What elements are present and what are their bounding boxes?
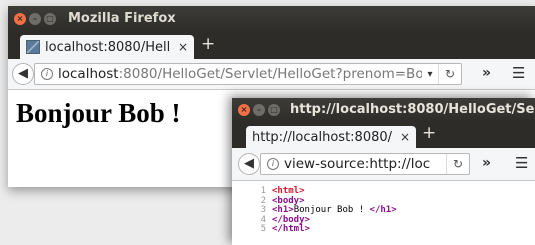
window-controls: × – □ <box>14 13 56 25</box>
source-tag: </h1> <box>369 205 397 216</box>
main-title-bar: × – □ Mozilla Firefox <box>8 6 535 32</box>
tab-close-icon[interactable]: × <box>178 40 188 54</box>
source-tab-close-icon[interactable]: × <box>400 130 410 144</box>
source-back-button-icon[interactable]: ◀ <box>238 153 260 175</box>
back-button-icon[interactable]: ◀ <box>12 63 34 85</box>
url-path: :8080/HelloGet/Servlet/HelloGet?prenom=B… <box>118 66 422 82</box>
close-window-icon[interactable]: × <box>238 104 250 116</box>
source-navigation-toolbar: ◀ i view-source:http://loc ↻ » ☰ <box>232 148 535 181</box>
url-host: localhost <box>58 66 119 82</box>
close-window-icon[interactable]: × <box>14 13 26 25</box>
site-info-icon[interactable]: i <box>41 68 53 80</box>
favicon-icon <box>26 40 40 54</box>
navigation-toolbar: ◀ i localhost:8080/HelloGet/Servlet/Hell… <box>8 59 535 90</box>
source-url-bar[interactable]: i view-source:http://loc ↻ <box>260 153 470 175</box>
hamburger-menu-icon[interactable]: ☰ <box>512 64 525 82</box>
source-line: 5 </html> <box>252 225 397 235</box>
source-hamburger-menu-icon[interactable]: ☰ <box>515 154 528 172</box>
source-site-info-icon[interactable]: i <box>267 158 279 170</box>
url-dropdown-icon[interactable]: ▾ <box>422 69 438 80</box>
source-reload-icon[interactable]: ↻ <box>446 154 469 174</box>
source-tag: </html> <box>272 224 310 235</box>
source-overflow-chevron-icon[interactable]: » <box>482 155 491 171</box>
minimize-window-icon[interactable]: – <box>29 13 41 25</box>
source-code-listing: 1 <html> 2 <body> 3 <h1> Bonjour Bob ! </h1> 4 <… <box>252 186 397 235</box>
maximize-window-icon[interactable]: □ <box>44 13 56 25</box>
tab-label: localhost:8080/Hell <box>45 39 171 55</box>
overflow-chevron-icon[interactable]: » <box>482 65 491 81</box>
source-title-bar: × – □ http://localhost:8080/HelloGet/Ser… <box>232 98 535 122</box>
tab-localhost[interactable]: localhost:8080/Hell × <box>20 35 194 59</box>
source-window-title: http://localhost:8080/HelloGet/Servle <box>290 102 535 117</box>
source-content: 1 <html> 2 <body> 3 <h1> Bonjour Bob ! </h1> 4 <… <box>232 181 535 245</box>
source-tab-strip: http://localhost:8080/ × + <box>232 122 535 148</box>
line-number: 5 <box>260 224 266 235</box>
url-bar[interactable]: i localhost:8080/HelloGet/Servlet/HelloG… <box>34 63 462 85</box>
window-title: Mozilla Firefox <box>68 11 176 26</box>
page-heading: Bonjour Bob ! <box>16 98 181 128</box>
source-window-controls: × – □ <box>238 104 280 116</box>
minimize-window-icon[interactable]: – <box>253 104 265 116</box>
new-tab-button[interactable]: + <box>201 34 215 54</box>
source-url-text[interactable]: view-source:http://loc <box>284 156 446 172</box>
tab-view-source[interactable]: http://localhost:8080/ × <box>246 126 416 148</box>
url-text[interactable]: localhost:8080/HelloGet/Servlet/HelloGet… <box>58 66 422 82</box>
source-tab-label: http://localhost:8080/ <box>252 129 393 145</box>
maximize-window-icon[interactable]: □ <box>268 104 280 116</box>
tab-strip: localhost:8080/Hell × + <box>8 32 535 59</box>
view-source-window: × – □ http://localhost:8080/HelloGet/Ser… <box>232 98 535 245</box>
reload-icon[interactable]: ↻ <box>438 64 461 84</box>
source-new-tab-button[interactable]: + <box>422 123 436 143</box>
